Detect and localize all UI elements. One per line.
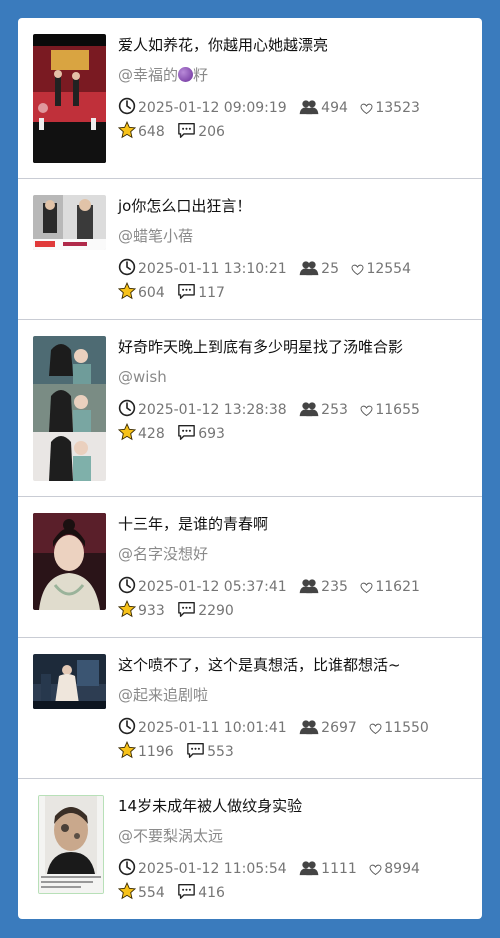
post-card[interactable]: jo你怎么口出狂言！ @蜡笔小蓓 2025-01-11 13:10:21 25 … [18,179,482,320]
star-icon [118,121,136,139]
people-icon [299,401,319,417]
comment-icon [177,122,196,139]
post-author[interactable]: @名字没想好 [118,543,470,565]
post-meta: 2025-01-12 13:28:38 253 11655 428 693 [118,398,470,446]
comment-count[interactable]: 693 [177,422,225,446]
post-meta: 2025-01-11 13:10:21 25 12554 604 117 [118,257,470,305]
comment-icon [177,601,196,618]
clock-icon [118,258,136,276]
post-time: 2025-01-12 09:09:19 [118,96,287,120]
post-time: 2025-01-12 11:05:54 [118,857,287,881]
post-thumbnail[interactable] [33,654,106,709]
post-thumbnail[interactable] [33,34,106,163]
post-author[interactable]: @蜡笔小蓓 [118,225,470,247]
comment-count[interactable]: 117 [177,281,225,305]
post-title[interactable]: 爱人如养花，你越用心她越漂亮 [118,34,470,56]
post-time: 2025-01-11 10:01:41 [118,716,287,740]
view-count: 25 [299,257,339,281]
heart-icon [351,264,364,276]
clock-icon [118,97,136,115]
comment-count[interactable]: 416 [177,881,225,905]
comment-count[interactable]: 553 [186,740,234,764]
star-icon [118,741,136,759]
favorite-count[interactable]: 648 [118,120,165,144]
like-count[interactable]: 13523 [360,96,420,120]
post-meta: 2025-01-12 09:09:19 494 13523 648 206 [118,96,470,144]
view-count: 253 [299,398,348,422]
clock-icon [118,717,136,735]
post-list: 爱人如养花，你越用心她越漂亮 @幸福的籽 2025-01-12 09:09:19… [18,18,482,919]
people-icon [299,719,319,735]
view-count: 2697 [299,716,357,740]
favorite-count[interactable]: 554 [118,881,165,905]
post-title[interactable]: jo你怎么口出狂言！ [118,195,470,217]
clock-icon [118,399,136,417]
view-count: 1111 [299,857,357,881]
star-icon [118,882,136,900]
star-icon [118,423,136,441]
favorite-count[interactable]: 604 [118,281,165,305]
view-count: 494 [299,96,348,120]
star-icon [118,600,136,618]
clock-icon [118,858,136,876]
post-title[interactable]: 这个喷不了，这个是真想活，比谁都想活~ [118,654,470,676]
like-count[interactable]: 11621 [360,575,420,599]
heart-icon [360,582,373,594]
favorite-count[interactable]: 1196 [118,740,174,764]
post-author[interactable]: @不要梨涡太远 [118,825,470,847]
like-count[interactable]: 12554 [351,257,411,281]
post-title[interactable]: 好奇昨天晚上到底有多少明星找了汤唯合影 [118,336,470,358]
favorite-count[interactable]: 428 [118,422,165,446]
comment-icon [177,283,196,300]
post-title[interactable]: 十三年，是谁的青春啊 [118,513,470,535]
comment-icon [177,883,196,900]
comment-count[interactable]: 206 [177,120,225,144]
comment-icon [177,424,196,441]
people-icon [299,99,319,115]
heart-icon [369,723,382,735]
comment-icon [186,742,205,759]
grape-emoji [178,67,194,82]
post-author[interactable]: @幸福的籽 [118,64,470,86]
post-meta: 2025-01-12 11:05:54 1111 8994 554 416 [118,857,470,905]
heart-icon [360,405,373,417]
people-icon [299,578,319,594]
post-thumbnail[interactable] [33,513,106,610]
post-thumbnail[interactable] [33,195,106,250]
heart-icon [369,864,382,876]
post-title[interactable]: 14岁未成年被人做纹身实验 [118,795,470,817]
post-meta: 2025-01-11 10:01:41 2697 11550 1196 553 [118,716,470,764]
star-icon [118,282,136,300]
view-count: 235 [299,575,348,599]
post-thumbnail[interactable] [38,795,104,894]
heart-icon [360,103,373,115]
post-card[interactable]: 爱人如养花，你越用心她越漂亮 @幸福的籽 2025-01-12 09:09:19… [18,18,482,179]
post-author[interactable]: @wish [118,366,470,388]
post-thumbnail[interactable] [33,336,106,481]
like-count[interactable]: 11550 [369,716,429,740]
post-time: 2025-01-12 05:37:41 [118,575,287,599]
favorite-count[interactable]: 933 [118,599,165,623]
clock-icon [118,576,136,594]
post-card[interactable]: 十三年，是谁的青春啊 @名字没想好 2025-01-12 05:37:41 23… [18,497,482,638]
people-icon [299,260,319,276]
like-count[interactable]: 8994 [369,857,420,881]
post-time: 2025-01-12 13:28:38 [118,398,287,422]
post-time: 2025-01-11 13:10:21 [118,257,287,281]
post-card[interactable]: 好奇昨天晚上到底有多少明星找了汤唯合影 @wish 2025-01-12 13:… [18,320,482,497]
post-card[interactable]: 这个喷不了，这个是真想活，比谁都想活~ @起来追剧啦 2025-01-11 10… [18,638,482,779]
like-count[interactable]: 11655 [360,398,420,422]
comment-count[interactable]: 2290 [177,599,234,623]
post-card[interactable]: 14岁未成年被人做纹身实验 @不要梨涡太远 2025-01-12 11:05:5… [18,779,482,919]
people-icon [299,860,319,876]
post-meta: 2025-01-12 05:37:41 235 11621 933 2290 [118,575,470,623]
post-author[interactable]: @起来追剧啦 [118,684,470,706]
